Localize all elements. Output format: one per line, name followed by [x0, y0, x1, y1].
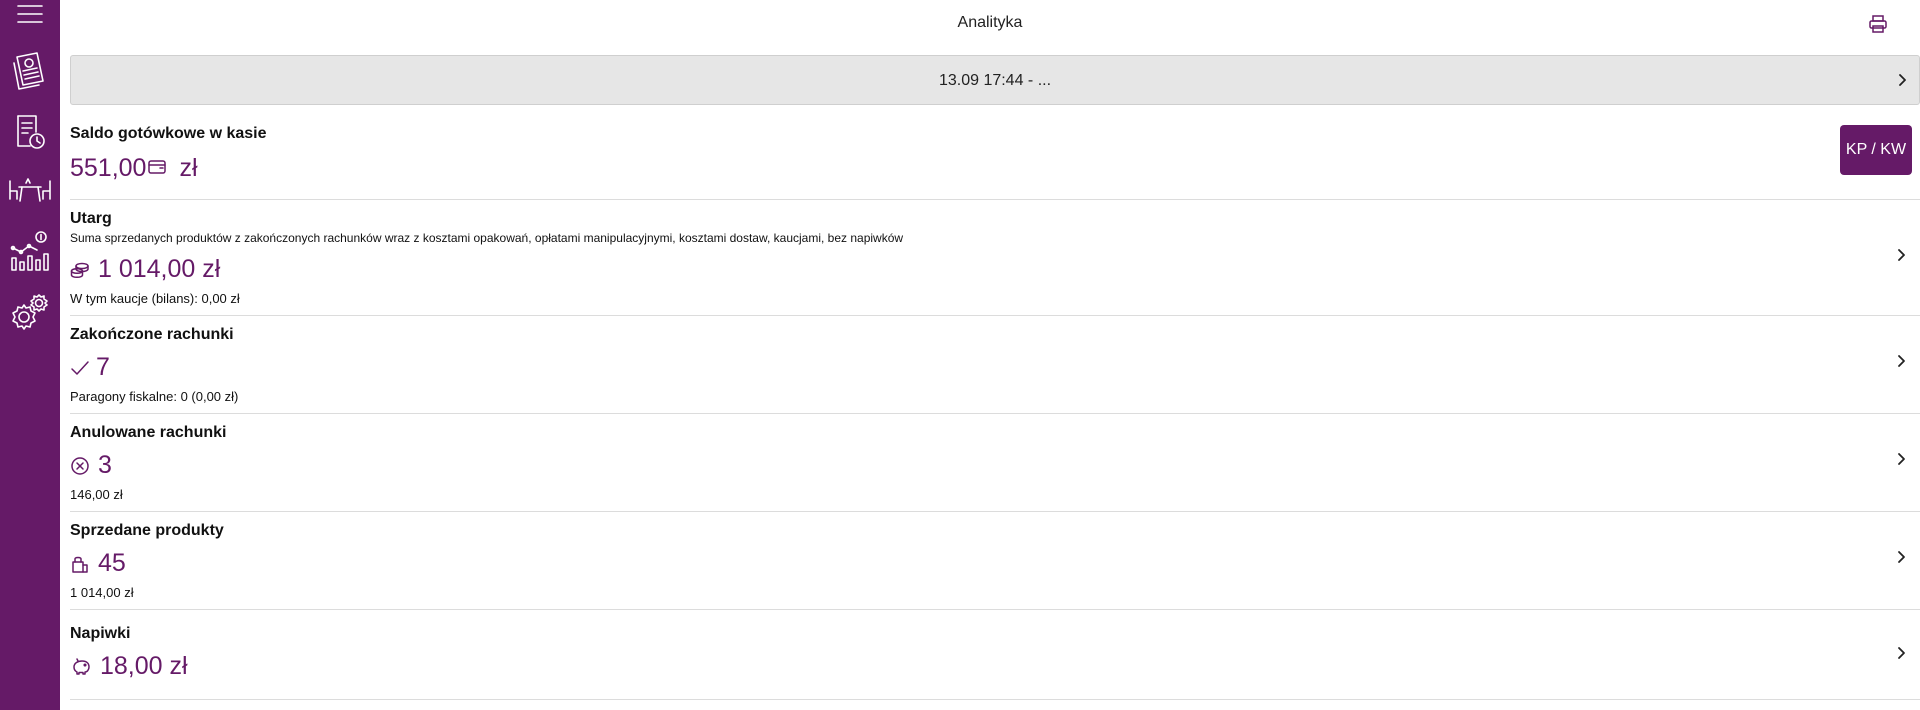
cash-balance-title: Saldo gotówkowe w kasie: [70, 125, 267, 142]
document-history-icon: [17, 115, 45, 149]
kp-kw-button[interactable]: KP / KW: [1840, 125, 1912, 175]
tips-title: Napiwki: [70, 625, 131, 642]
page-header: Analityka: [60, 0, 1920, 48]
page-title: Analityka: [957, 14, 1023, 31]
main-content: Analityka 13.09 17:44 - ... Saldo gotówk…: [60, 0, 1920, 710]
sold-products-amount: 1 014,00 zł: [70, 585, 134, 600]
revenue-title: Utarg: [70, 210, 112, 227]
menu-button[interactable]: [0, 0, 60, 28]
tips-amount: 18,00 zł: [100, 652, 188, 680]
chevron-right-icon: [1894, 452, 1908, 466]
printer-icon[interactable]: [1868, 14, 1888, 34]
cash-balance-amount: 551,00: [70, 154, 147, 182]
chevron-right-icon: [1894, 354, 1908, 368]
cancelled-bills-count: 3: [98, 451, 112, 479]
completed-bills-title: Zakończone rachunki: [70, 326, 234, 343]
receipt-icon: [13, 52, 44, 90]
tables-icon: [9, 178, 51, 202]
cancelled-bills-value: 3: [70, 451, 112, 480]
tips-value: 18,00 zł: [70, 652, 188, 681]
fiscal-receipts-info: Paragony fiskalne: 0 (0,00 zł): [70, 389, 239, 404]
chevron-right-icon: [1894, 646, 1908, 660]
revenue-amount: 1 014,00 zł: [98, 255, 221, 283]
chevron-right-icon: [1894, 248, 1908, 262]
date-range-label: 13.09 17:44 - ...: [938, 72, 1052, 89]
gear-icon: [12, 294, 48, 330]
cash-balance-section[interactable]: Saldo gotówkowe w kasie 551,00 zł: [70, 110, 1920, 200]
tips-section[interactable]: Napiwki 18,00 zł: [70, 610, 1920, 700]
completed-bills-section[interactable]: Zakończone rachunki 7 Paragony fiskalne:…: [70, 316, 1920, 414]
cancelled-bills-amount: 146,00 zł: [70, 487, 123, 502]
revenue-description: Suma sprzedanych produktów z zakończonyc…: [70, 231, 904, 245]
check-icon: [71, 360, 89, 375]
cash-balance-currency: zł: [179, 154, 198, 182]
coins-icon: [70, 262, 89, 278]
wallet-icon: [148, 159, 167, 174]
sold-products-count: 45: [98, 549, 126, 577]
sidebar-item-tables[interactable]: [0, 168, 60, 212]
sidebar-item-settings[interactable]: [0, 288, 60, 336]
sidebar-item-history[interactable]: [0, 108, 60, 156]
revenue-deposits: W tym kaucje (bilans): 0,00 zł: [70, 291, 240, 306]
piggy-bank-icon: [73, 657, 90, 675]
sidebar-item-bills[interactable]: [0, 48, 60, 96]
sold-products-title: Sprzedane produkty: [70, 522, 224, 539]
revenue-section[interactable]: Utarg Suma sprzedanych produktów z zakoń…: [70, 200, 1920, 316]
sold-products-value: 45: [70, 549, 126, 578]
chevron-right-icon: [1894, 550, 1908, 564]
cancelled-bills-section[interactable]: Anulowane rachunki 3 146,00 zł: [70, 414, 1920, 512]
sold-products-section[interactable]: Sprzedane produkty 45 1 014,00 zł: [70, 512, 1920, 610]
chevron-right-icon: [1895, 73, 1909, 87]
cancel-circle-icon: [71, 456, 89, 475]
date-range-selector[interactable]: 13.09 17:44 - ...: [70, 55, 1920, 105]
analytics-icon: [10, 231, 49, 271]
completed-bills-value: 7: [70, 353, 110, 382]
sidebar-item-analytics[interactable]: [0, 228, 60, 276]
menu-icon: [17, 5, 43, 23]
revenue-value: 1 014,00 zł: [70, 255, 220, 284]
product-bag-icon: [72, 556, 88, 573]
cash-balance-value: 551,00 zł: [70, 154, 198, 183]
completed-bills-count: 7: [96, 353, 110, 381]
cancelled-bills-title: Anulowane rachunki: [70, 424, 227, 441]
sidebar: [0, 0, 60, 710]
